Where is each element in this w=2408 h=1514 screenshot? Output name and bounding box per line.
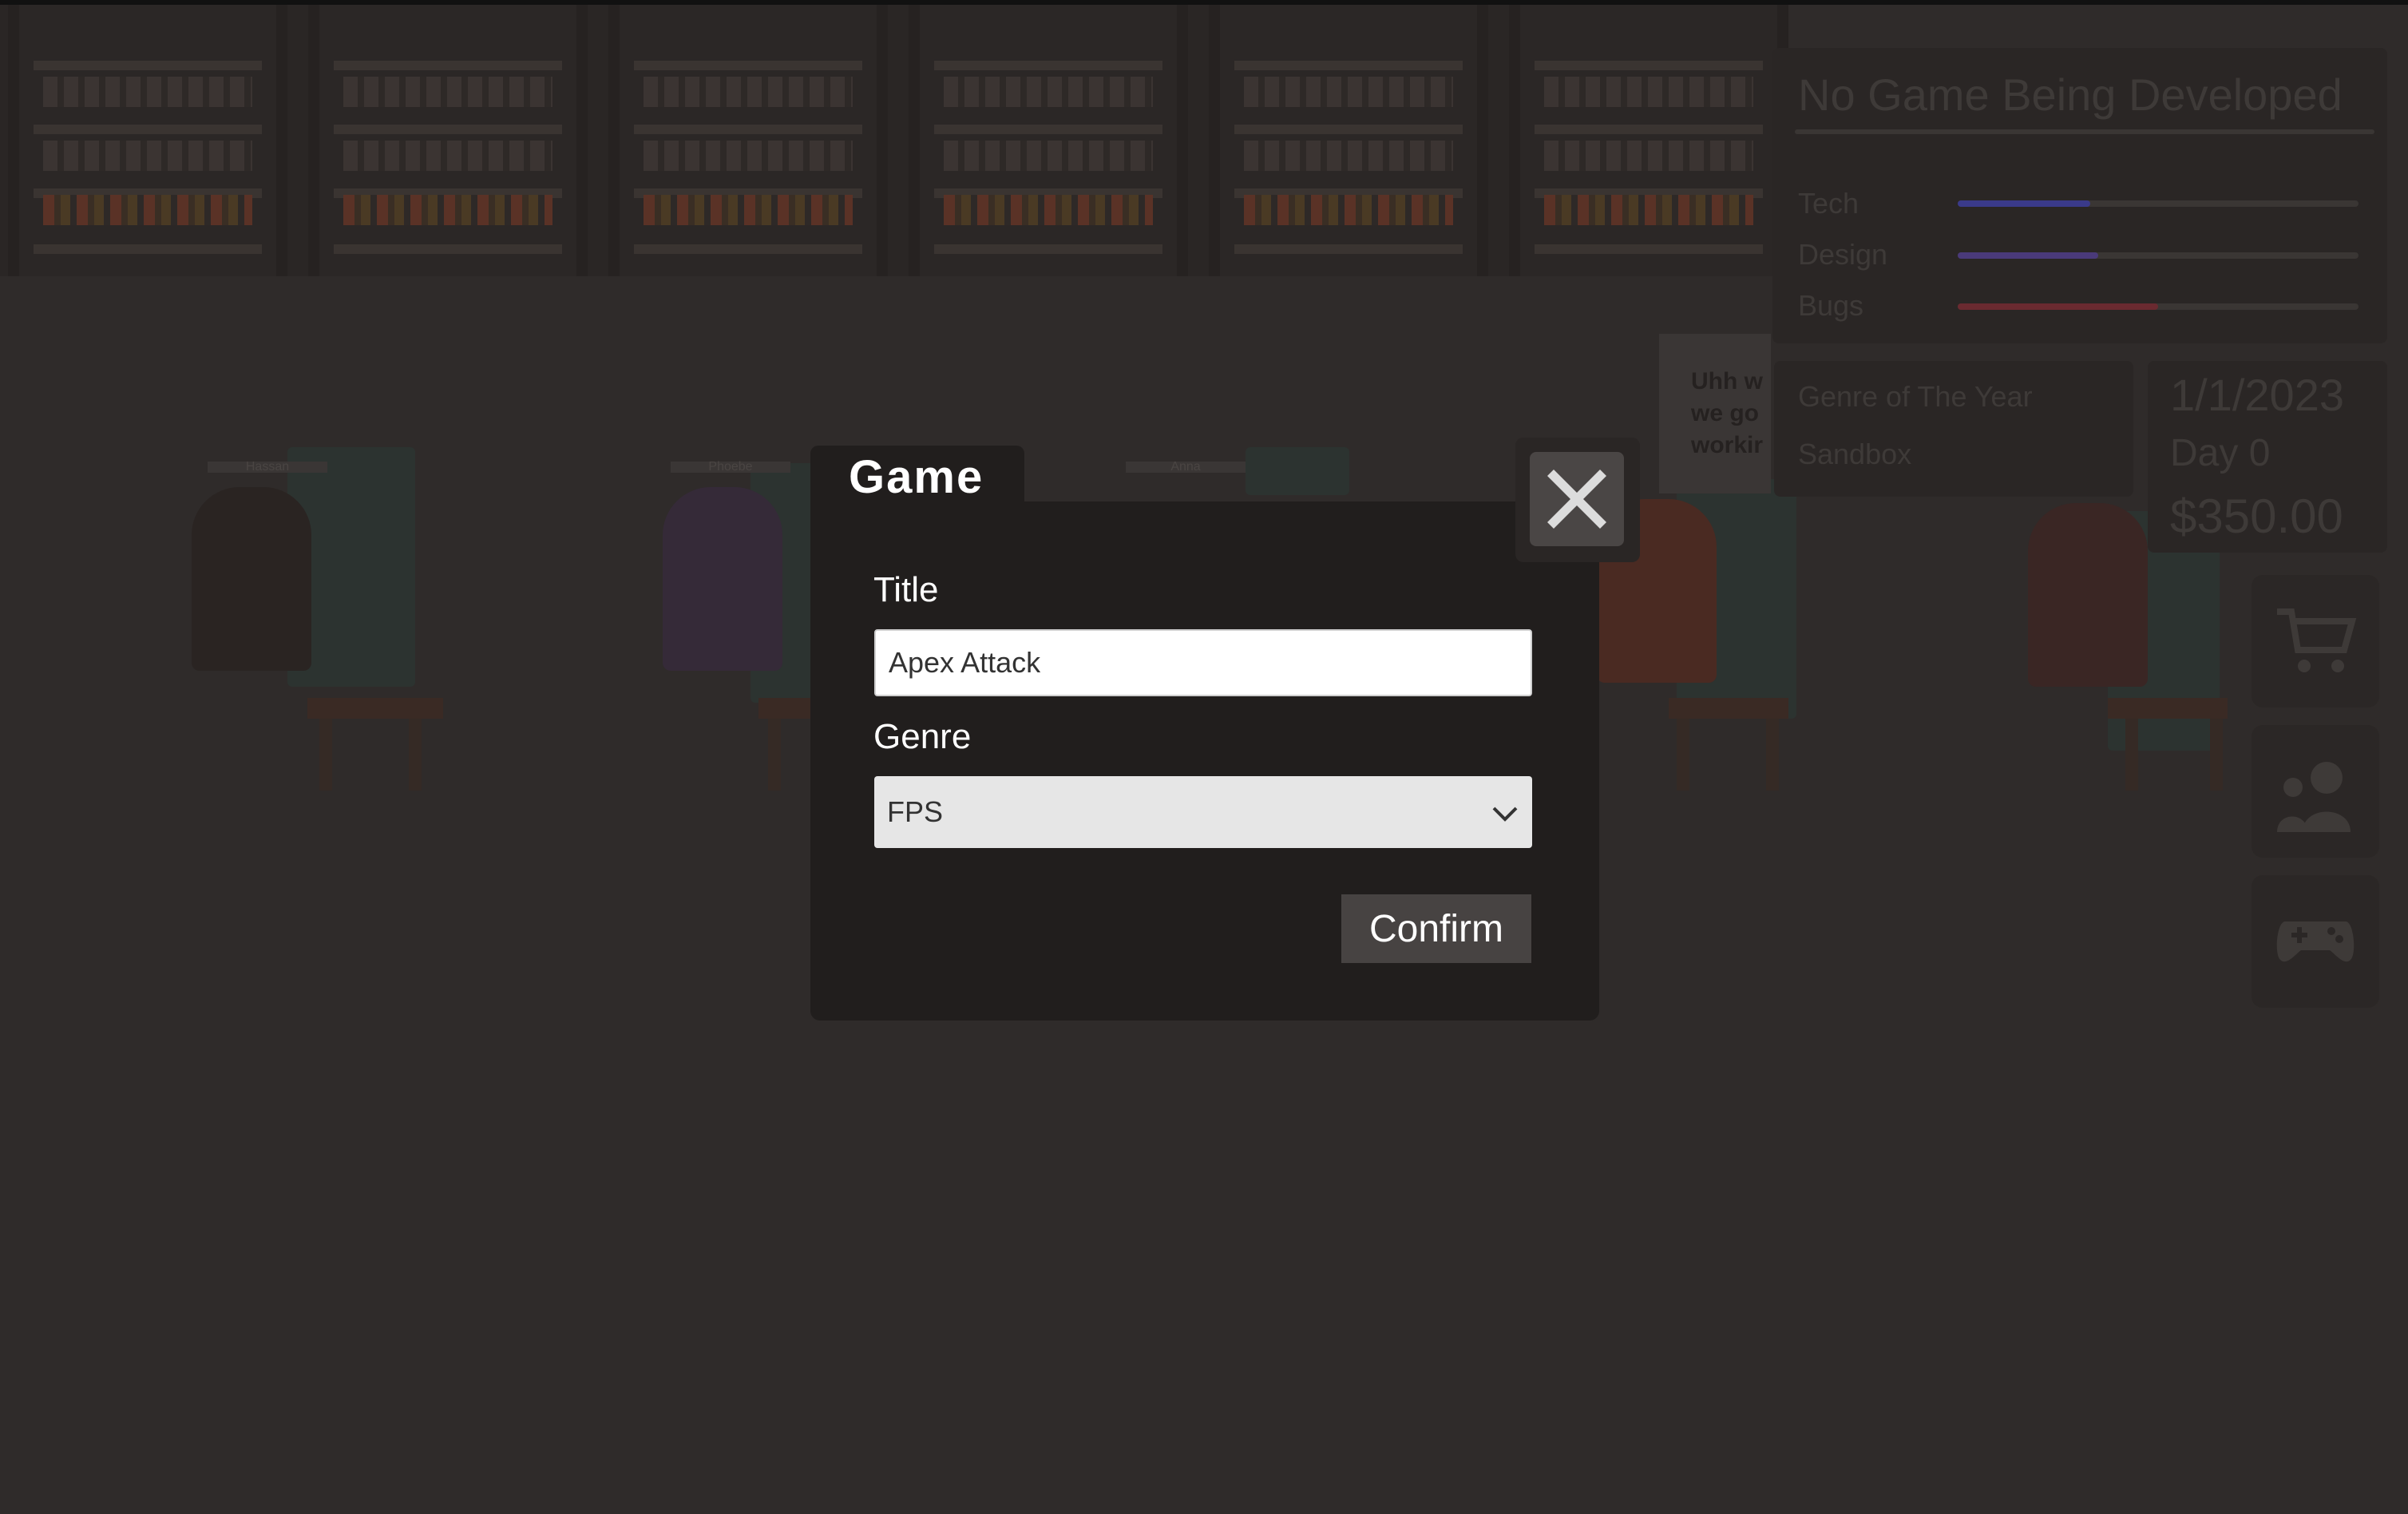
gamepad-icon	[2276, 921, 2355, 962]
desk-leg	[768, 719, 781, 791]
book-row	[644, 77, 853, 107]
tech-bar	[1958, 200, 2358, 207]
shelf-board	[34, 244, 262, 254]
design-bar	[1958, 252, 2358, 259]
bookshelf-row	[0, 5, 1788, 276]
book-row	[944, 141, 1153, 171]
close-x-icon	[1547, 470, 1606, 529]
shelf-board	[634, 244, 862, 254]
day-text: Day 0	[2170, 432, 2271, 474]
bookshelf	[1209, 5, 1488, 276]
worker-sprite[interactable]	[663, 487, 782, 671]
dialog-tab: Game	[810, 446, 1024, 509]
project-panel: No Game Being Developed Tech Design Bugs	[1772, 48, 2387, 343]
desk-leg	[409, 719, 422, 791]
date-money-panel: 1/1/2023 Day 0 $350.00	[2148, 361, 2387, 553]
worker-nametag: Anna	[1126, 461, 1246, 474]
genre-label: Genre	[873, 717, 972, 756]
book-row	[1244, 77, 1453, 107]
project-title: No Game Being Developed	[1798, 69, 2343, 120]
desk-leg	[2210, 719, 2223, 791]
title-label: Title	[873, 570, 939, 609]
shelf-board	[34, 61, 262, 70]
shelf-board	[1535, 244, 1763, 254]
games-button[interactable]	[2252, 875, 2379, 1008]
book-row	[343, 141, 552, 171]
bookshelf	[308, 5, 588, 276]
book-row	[1244, 195, 1453, 225]
desk-leg	[1677, 719, 1689, 791]
desk-leg	[1766, 719, 1779, 791]
shelf-board	[634, 61, 862, 70]
dialog-title: Game	[849, 451, 984, 503]
shelf-board	[634, 125, 862, 134]
tech-label: Tech	[1798, 187, 1859, 220]
shelf-board	[334, 125, 562, 134]
bookshelf	[909, 5, 1188, 276]
project-progress	[1795, 129, 2374, 134]
genre-of-year-panel: Genre of The Year Sandbox	[1774, 361, 2133, 497]
desk-leg	[319, 719, 332, 791]
genre-select[interactable]: FPS	[874, 776, 1532, 848]
confirm-button[interactable]: Confirm	[1341, 894, 1531, 963]
book-row	[1544, 141, 1753, 171]
worker-sprite[interactable]	[192, 487, 311, 671]
shelf-board	[1234, 61, 1463, 70]
genre-selected-value: FPS	[887, 795, 944, 828]
worker-sprite[interactable]	[2028, 503, 2148, 687]
shelf-board	[334, 244, 562, 254]
desk-top	[307, 698, 443, 719]
book-row	[343, 77, 552, 107]
shelf-board	[934, 244, 1162, 254]
shelf-board	[1234, 244, 1463, 254]
shelf-board	[334, 61, 562, 70]
book-row	[43, 77, 252, 107]
worker-nametag: Phoebe	[671, 461, 790, 474]
bugs-bar-fill	[1958, 303, 2158, 310]
chevron-down-icon	[1492, 807, 1518, 822]
desk	[1246, 447, 1349, 495]
shop-button[interactable]	[2252, 575, 2379, 707]
shelf-board	[34, 125, 262, 134]
book-row	[944, 77, 1153, 107]
date-text: 1/1/2023	[2170, 370, 2344, 420]
desk-top	[1669, 698, 1788, 719]
people-icon	[2277, 762, 2351, 832]
money-text: $350.00	[2170, 489, 2343, 543]
book-row	[43, 195, 252, 225]
close-button-frame	[1515, 438, 1640, 562]
shelf-board	[934, 61, 1162, 70]
genre-of-year-label: Genre of The Year	[1798, 380, 2033, 413]
shelf-board	[934, 125, 1162, 134]
hire-button[interactable]	[2252, 725, 2379, 858]
bookshelf	[608, 5, 888, 276]
worker-nametag: Hassan	[208, 461, 327, 474]
book-row	[944, 195, 1153, 225]
desk-top	[2108, 698, 2228, 719]
shelf-board	[1234, 125, 1463, 134]
genre-of-year-value: Sandbox	[1798, 438, 1912, 470]
book-row	[343, 195, 552, 225]
shelf-board	[1535, 61, 1763, 70]
close-button[interactable]	[1530, 452, 1624, 546]
desk-leg	[2125, 719, 2138, 791]
speech-bubble: Uhh w we go workir	[1659, 334, 1771, 493]
bugs-bar	[1958, 303, 2358, 310]
book-row	[1244, 141, 1453, 171]
book-row	[43, 141, 252, 171]
bookshelf	[8, 5, 287, 276]
shelf-board	[1535, 125, 1763, 134]
design-bar-fill	[1958, 252, 2098, 259]
book-row	[644, 195, 853, 225]
book-row	[644, 141, 853, 171]
book-row	[1544, 77, 1753, 107]
design-label: Design	[1798, 238, 1888, 271]
book-row	[1544, 195, 1753, 225]
tech-bar-fill	[1958, 200, 2090, 207]
cart-icon	[2277, 608, 2357, 672]
bookshelf	[1509, 5, 1788, 276]
bugs-label: Bugs	[1798, 289, 1864, 322]
title-input[interactable]	[874, 629, 1532, 696]
